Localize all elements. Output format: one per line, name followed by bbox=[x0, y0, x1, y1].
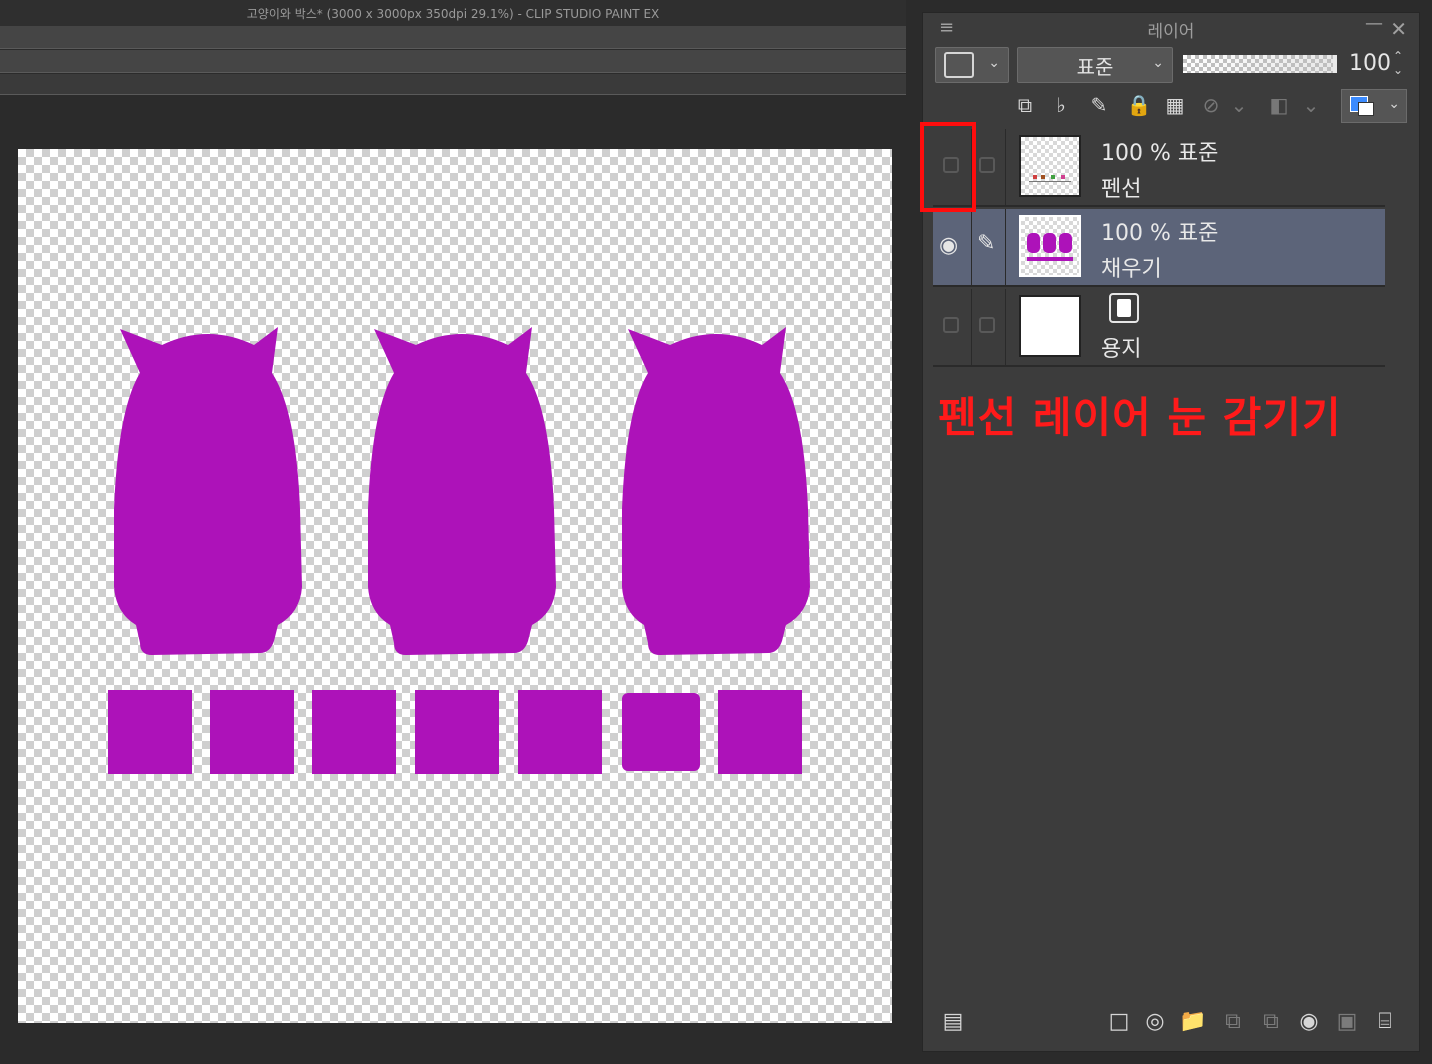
layer-thumbnail bbox=[1019, 135, 1081, 197]
layer-property-menu-icon[interactable]: ▤ bbox=[937, 1005, 969, 1037]
box-shape bbox=[210, 690, 294, 774]
fill-artwork bbox=[108, 327, 810, 774]
box-shape bbox=[312, 690, 396, 774]
transfer-to-lower-layer-icon[interactable]: ⧉ bbox=[1217, 1005, 1249, 1037]
combine-with-lower-layer-icon[interactable]: ⧉ bbox=[1255, 1005, 1287, 1037]
draft-layer-icon[interactable]: ✎ bbox=[1085, 91, 1113, 119]
chevron-down-icon[interactable]: ⌄ bbox=[1297, 91, 1325, 119]
chevron-down-icon: ⌄ bbox=[1388, 96, 1400, 112]
lock-transparency-icon[interactable]: ▦ bbox=[1161, 91, 1189, 119]
lighthouse-icon[interactable]: ♭ bbox=[1047, 91, 1075, 119]
create-layer-mask-icon[interactable]: ◉ bbox=[1293, 1005, 1325, 1037]
minimize-icon[interactable]: — bbox=[1365, 13, 1383, 34]
box-shape bbox=[622, 693, 700, 771]
annotation-text: 펜선 레이어 눈 감기기 bbox=[938, 393, 1342, 442]
box-shape bbox=[108, 690, 192, 774]
layer-row-paper[interactable]: 용지 bbox=[933, 289, 1385, 367]
color-swatch-icon bbox=[944, 52, 974, 78]
visibility-off-icon bbox=[943, 317, 959, 333]
cat-shape-3 bbox=[622, 327, 810, 655]
new-raster-layer-icon[interactable]: □ bbox=[1103, 1005, 1135, 1037]
cat-shape-2 bbox=[368, 327, 556, 655]
highlight-box bbox=[920, 122, 976, 212]
sub-color-swatch-icon bbox=[1358, 102, 1374, 116]
apply-mask-icon[interactable]: ▣ bbox=[1331, 1005, 1363, 1037]
layer-toolbar: ⧉ ♭ ✎ 🔒 ▦ ⊘ ⌄ ◧ ⌄ ⌄ bbox=[935, 89, 1409, 125]
box-shape bbox=[415, 690, 499, 774]
layer-panel-header: ≡ 레이어 — ✕ bbox=[923, 13, 1419, 45]
drawing-canvas[interactable] bbox=[18, 149, 892, 1023]
box-shapes bbox=[108, 690, 802, 774]
opacity-slider[interactable] bbox=[1183, 55, 1337, 73]
reference-layer-icon[interactable]: ⧉ bbox=[1011, 91, 1039, 119]
eye-icon: ◉ bbox=[939, 233, 959, 258]
layer-edit-toggle[interactable]: ✎ bbox=[971, 209, 1006, 285]
close-icon[interactable]: ✕ bbox=[1390, 17, 1407, 41]
layer-meta: 100 % 표준 bbox=[1101, 141, 1219, 166]
layer-name: 채우기 bbox=[1101, 257, 1162, 282]
edit-off-icon bbox=[979, 317, 995, 333]
cat-shapes bbox=[114, 327, 810, 655]
layer-thumbnail bbox=[1019, 295, 1081, 357]
layer-meta: 100 % 표준 bbox=[1101, 221, 1219, 246]
opacity-value[interactable]: 100 bbox=[1349, 51, 1391, 76]
chevron-down-icon: ⌄ bbox=[1152, 55, 1164, 71]
box-shape bbox=[718, 690, 802, 774]
panel-menu-icon[interactable]: ≡ bbox=[939, 17, 954, 38]
layer-name: 펜선 bbox=[1101, 177, 1142, 202]
layer-property-row: ⌄ 표준 ⌄ 100 ⌃ ⌄ bbox=[935, 47, 1409, 85]
mask-icon[interactable]: ◧ bbox=[1265, 91, 1293, 119]
box-shape bbox=[518, 690, 602, 774]
blend-mode-value: 표준 bbox=[1076, 54, 1114, 79]
layer-color-button[interactable]: ⌄ bbox=[1341, 89, 1407, 123]
chevron-down-icon[interactable]: ⌄ bbox=[1225, 91, 1253, 119]
layer-panel-title: 레이어 bbox=[1147, 21, 1195, 42]
window-title: 고양이와 박스* (3000 x 3000px 350dpi 29.1%) - … bbox=[0, 0, 906, 26]
layer-name: 용지 bbox=[1101, 337, 1142, 362]
chevron-down-icon: ⌄ bbox=[988, 55, 1000, 71]
layer-row-fill[interactable]: ◉ ✎ 100 % 표준 채우기 bbox=[933, 209, 1385, 287]
opacity-spinner-icon[interactable]: ⌃ ⌄ bbox=[1393, 49, 1403, 77]
layer-thumbnail bbox=[1019, 215, 1081, 277]
layer-edit-toggle[interactable] bbox=[971, 289, 1006, 365]
tool-property-bar bbox=[0, 50, 906, 73]
command-bar bbox=[0, 26, 906, 49]
new-folder-icon[interactable]: 📁 bbox=[1177, 1005, 1209, 1037]
layer-list: 100 % 표준 펜선 ◉ ✎ 100 % 표준 채우기 용지 bbox=[933, 129, 1385, 373]
layer-row-lineart[interactable]: 100 % 표준 펜선 bbox=[933, 129, 1385, 207]
lock-icon[interactable]: 🔒 bbox=[1125, 91, 1153, 119]
new-vector-layer-icon[interactable]: ◎ bbox=[1139, 1005, 1171, 1037]
layer-panel-footer: ▤ □ ◎ 📁 ⧉ ⧉ ◉ ▣ ⌸ bbox=[933, 999, 1409, 1043]
cat-shape-1 bbox=[114, 327, 302, 655]
layer-edit-toggle[interactable] bbox=[971, 129, 1006, 205]
pen-icon: ✎ bbox=[977, 231, 996, 256]
clip-layer-icon[interactable]: ⊘ bbox=[1197, 91, 1225, 119]
layer-panel: ≡ 레이어 — ✕ ⌄ 표준 ⌄ 100 ⌃ ⌄ ⧉ ♭ ✎ 🔒 ▦ ⊘ ⌄ ◧ … bbox=[922, 12, 1420, 1052]
canvas-tab-bar bbox=[0, 74, 906, 95]
paper-layer-icon bbox=[1109, 293, 1139, 323]
trash-icon[interactable]: ⌸ bbox=[1369, 1005, 1401, 1037]
blend-mode-dropdown[interactable]: 표준 ⌄ bbox=[1017, 47, 1173, 83]
layer-visibility-toggle[interactable] bbox=[933, 289, 972, 365]
layer-visibility-toggle[interactable]: ◉ bbox=[933, 209, 972, 285]
expression-color-dropdown[interactable]: ⌄ bbox=[935, 47, 1009, 83]
edit-off-icon bbox=[979, 157, 995, 173]
